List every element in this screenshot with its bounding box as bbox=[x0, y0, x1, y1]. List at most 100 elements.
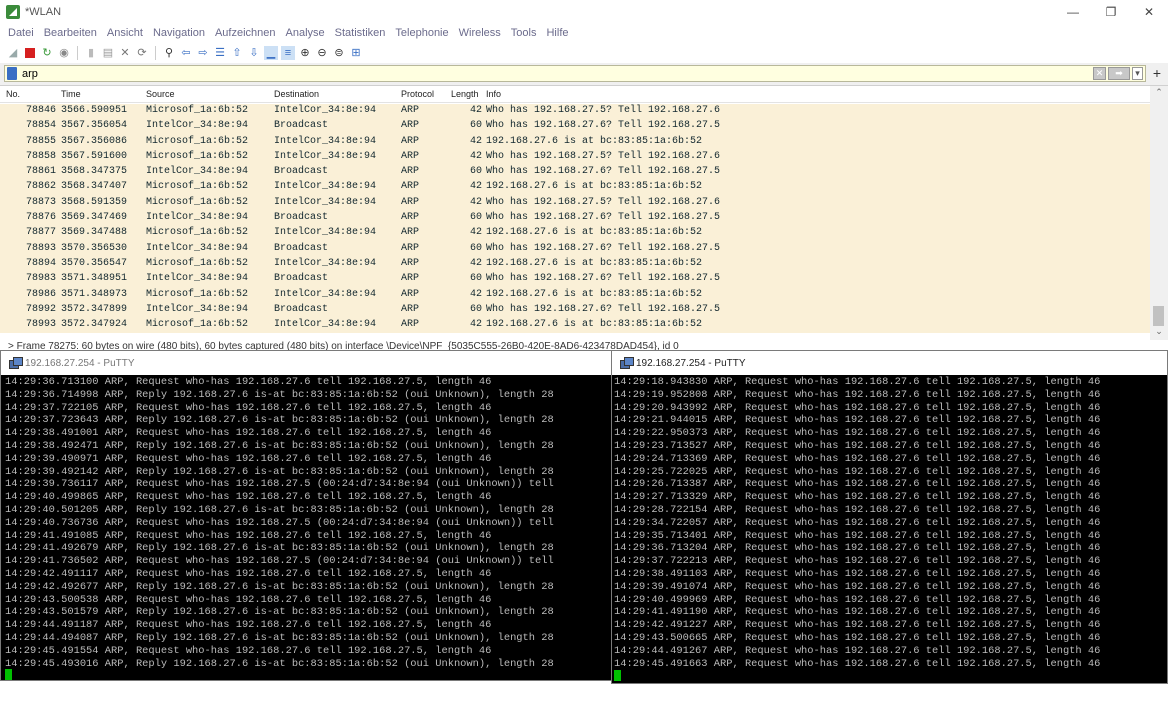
cell-length: 42 bbox=[469, 105, 482, 116]
column-no[interactable]: No. bbox=[6, 89, 20, 99]
putty-title-bar[interactable]: 192.168.27.254 - PuTTY bbox=[612, 351, 1167, 375]
resize-columns-icon[interactable]: ⊞ bbox=[349, 46, 363, 60]
cell-no: 78873 bbox=[25, 196, 56, 208]
zoom-out-icon[interactable]: ⊖ bbox=[315, 46, 329, 60]
cell-destination: IntelCor_34:8e:94 bbox=[274, 196, 377, 208]
menu-datei[interactable]: Datei bbox=[3, 27, 39, 39]
terminal-line: 14:29:19.952808 ARP, Request who-has 192… bbox=[614, 388, 1101, 401]
minimize-button[interactable]: — bbox=[1054, 0, 1092, 24]
packet-row[interactable]: 78862 3568.347407 Microsof_1a:6b:52 IntelCo… bbox=[0, 180, 1150, 196]
reload-icon[interactable]: ⟳ bbox=[135, 46, 149, 60]
packet-row[interactable]: 78993 3572.347924 Microsof_1a:6b:52 IntelCo… bbox=[0, 318, 1150, 334]
menu-analyse[interactable]: Analyse bbox=[281, 27, 330, 39]
terminal-line: 14:29:41.736502 ARP, Request who-has 192… bbox=[5, 555, 554, 568]
zoom-in-icon[interactable]: ⊕ bbox=[298, 46, 312, 60]
go-forward-icon[interactable]: ⇨ bbox=[196, 46, 210, 60]
menu-telephonie[interactable]: Telephonie bbox=[390, 27, 453, 39]
main-toolbar: ◢ ↻ ◉ ▮ ▤ ✕ ⟳ ⚲ ⇦ ⇨ ☰ ⇧ ⇩ ▁ ≡ ⊕ ⊖ ⊜ ⊞ bbox=[0, 42, 1168, 63]
cell-no: 78861 bbox=[25, 166, 56, 178]
terminal-line: 14:29:37.722105 ARP, Request who-has 192… bbox=[5, 401, 492, 414]
window-title: *WLAN bbox=[25, 6, 62, 18]
column-length[interactable]: Length bbox=[451, 89, 479, 99]
go-to-packet-icon[interactable]: ☰ bbox=[213, 46, 227, 60]
packet-row[interactable]: 78986 3571.348973 Microsof_1a:6b:52 IntelCo… bbox=[0, 287, 1150, 303]
packet-details-strip[interactable]: > Frame 78275: 60 bytes on wire (480 bit… bbox=[0, 340, 1168, 350]
menu-wireless[interactable]: Wireless bbox=[454, 27, 506, 39]
add-filter-button-icon[interactable]: + bbox=[1150, 65, 1164, 82]
packet-row[interactable]: 78894 3570.356547 Microsof_1a:6b:52 IntelCo… bbox=[0, 256, 1150, 273]
cell-length: 42 bbox=[469, 319, 482, 331]
putty-title-bar[interactable]: 192.168.27.254 - PuTTY bbox=[1, 351, 611, 375]
cell-length: 60 bbox=[469, 273, 482, 285]
column-source[interactable]: Source bbox=[146, 89, 175, 99]
scroll-down-icon[interactable]: ⌄ bbox=[1150, 326, 1168, 340]
terminal-line: 14:29:43.500665 ARP, Request who-has 192… bbox=[614, 631, 1101, 644]
maximize-button[interactable]: ❐ bbox=[1092, 0, 1130, 24]
column-info[interactable]: Info bbox=[486, 89, 501, 99]
terminal-line: 14:29:39.491074 ARP, Request who-has 192… bbox=[614, 580, 1101, 593]
terminal-cursor bbox=[614, 670, 621, 681]
menu-navigation[interactable]: Navigation bbox=[148, 27, 210, 39]
bookmark-icon[interactable] bbox=[7, 67, 17, 80]
menu-hilfe[interactable]: Hilfe bbox=[541, 27, 573, 39]
packet-row[interactable]: 78876 3569.347469 IntelCor_34:8e:94 Broadca… bbox=[0, 211, 1150, 227]
cell-length: 60 bbox=[469, 212, 482, 224]
terminal-line: 14:29:36.713204 ARP, Request who-has 192… bbox=[614, 542, 1101, 555]
packet-row[interactable]: 78893 3570.356530 IntelCor_34:8e:94 Broadca… bbox=[0, 241, 1150, 257]
packet-row[interactable]: 78992 3572.347899 IntelCor_34:8e:94 Broadca… bbox=[0, 302, 1150, 319]
packet-row[interactable]: 78861 3568.347375 IntelCor_34:8e:94 Broadca… bbox=[0, 165, 1150, 181]
column-protocol[interactable]: Protocol bbox=[401, 89, 434, 99]
zoom-normal-icon[interactable]: ⊜ bbox=[332, 46, 346, 60]
frame-summary: > Frame 78275: 60 bytes on wire (480 bit… bbox=[8, 341, 679, 350]
stop-capture-icon[interactable] bbox=[23, 46, 37, 60]
cell-destination: Broadcast bbox=[274, 273, 329, 285]
menu-tools[interactable]: Tools bbox=[506, 27, 542, 39]
terminal-output[interactable]: 14:29:18.943830 ARP, Request who-has 192… bbox=[614, 376, 1167, 676]
packet-row[interactable]: 78846 3566.590951 Microsof_1a:6b:52 IntelCo… bbox=[0, 104, 1150, 120]
close-button[interactable]: ✕ bbox=[1130, 0, 1168, 24]
terminal-line: 14:29:40.499865 ARP, Request who-has 192… bbox=[5, 491, 492, 504]
packet-row[interactable]: 78877 3569.347488 Microsof_1a:6b:52 IntelCo… bbox=[0, 226, 1150, 242]
close-file-icon[interactable]: ✕ bbox=[118, 46, 132, 60]
capture-options-icon[interactable]: ◉ bbox=[57, 46, 71, 60]
filter-history-icon[interactable]: ▾ bbox=[1132, 67, 1143, 80]
autoscroll-icon[interactable]: ▁ bbox=[264, 45, 278, 60]
cell-protocol: ARP bbox=[401, 135, 420, 147]
cell-length: 42 bbox=[469, 181, 482, 193]
display-filter-input[interactable] bbox=[22, 67, 1062, 80]
clear-filter-icon[interactable]: ✕ bbox=[1093, 67, 1106, 80]
packet-row[interactable]: 78873 3568.591359 Microsof_1a:6b:52 IntelCo… bbox=[0, 195, 1150, 212]
menu-bearbeiten[interactable]: Bearbeiten bbox=[39, 27, 102, 39]
colorize-icon[interactable]: ≡ bbox=[281, 45, 295, 60]
cell-destination: IntelCor_34:8e:94 bbox=[274, 150, 377, 162]
find-packet-icon[interactable]: ⚲ bbox=[162, 46, 176, 60]
cell-source: Microsof_1a:6b:52 bbox=[146, 181, 249, 193]
column-time[interactable]: Time bbox=[61, 89, 81, 99]
menu-aufzeichnen[interactable]: Aufzeichnen bbox=[210, 27, 281, 39]
packet-list-scrollbar[interactable]: ⌃ ⌄ bbox=[1150, 86, 1168, 341]
menu-statistiken[interactable]: Statistiken bbox=[330, 27, 391, 39]
go-back-icon[interactable]: ⇦ bbox=[179, 46, 193, 60]
terminal-line: 14:29:34.722057 ARP, Request who-has 192… bbox=[614, 516, 1101, 529]
cell-length: 60 bbox=[469, 120, 482, 132]
cell-protocol: ARP bbox=[401, 288, 420, 300]
packet-row[interactable]: 78855 3567.356086 Microsof_1a:6b:52 IntelCo… bbox=[0, 134, 1150, 150]
open-file-icon[interactable]: ▮ bbox=[84, 46, 98, 60]
packet-row[interactable]: 78858 3567.591600 Microsof_1a:6b:52 IntelCo… bbox=[0, 149, 1150, 166]
column-destination[interactable]: Destination bbox=[274, 89, 319, 99]
terminal-output[interactable]: 14:29:36.713100 ARP, Request who-has 192… bbox=[5, 376, 609, 680]
save-file-icon[interactable]: ▤ bbox=[101, 46, 115, 60]
cell-info: Who has 192.168.27.6? Tell 192.168.27.5 bbox=[486, 273, 721, 285]
cell-time: 3571.348973 bbox=[61, 288, 128, 300]
go-first-icon[interactable]: ⇧ bbox=[230, 46, 244, 60]
scroll-up-icon[interactable]: ⌃ bbox=[1150, 87, 1168, 101]
packet-row[interactable]: 78983 3571.348951 IntelCor_34:8e:94 Broadca… bbox=[0, 272, 1150, 288]
apply-filter-icon[interactable]: ➡ bbox=[1108, 67, 1130, 80]
packet-row[interactable]: 78854 3567.356054 IntelCor_34:8e:94 Broadca… bbox=[0, 119, 1150, 135]
shark-fin-start-icon[interactable]: ◢ bbox=[6, 46, 20, 60]
terminal-line: 14:29:44.491267 ARP, Request who-has 192… bbox=[614, 644, 1101, 657]
menu-ansicht[interactable]: Ansicht bbox=[102, 27, 148, 39]
restart-capture-icon[interactable]: ↻ bbox=[40, 46, 54, 60]
go-last-icon[interactable]: ⇩ bbox=[247, 46, 261, 60]
scroll-thumb[interactable] bbox=[1153, 306, 1164, 326]
